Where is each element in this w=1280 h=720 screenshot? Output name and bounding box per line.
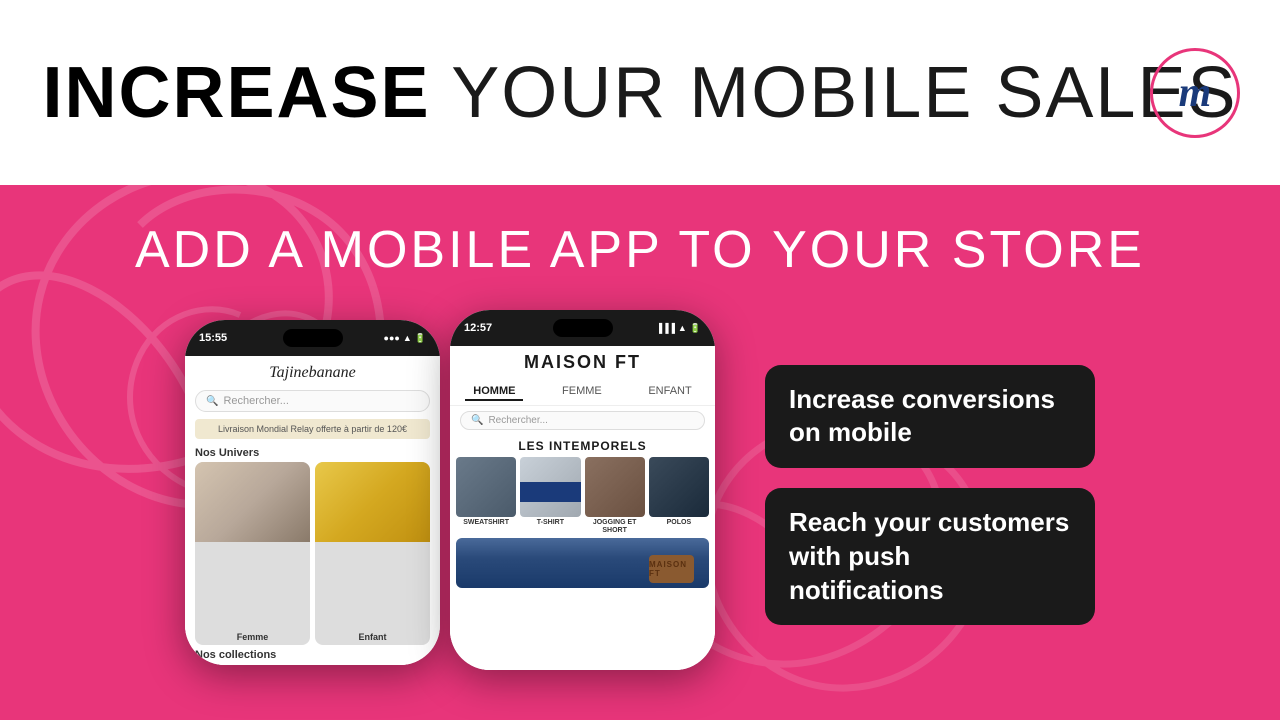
phone1-brand: Tajinebanane: [185, 356, 440, 386]
phone2-brand: MAISON FT: [450, 352, 715, 373]
phone2-status-icons: ▐▐▐ ▲ 🔋: [656, 323, 701, 334]
logo-letter: m: [1179, 69, 1212, 117]
phones-area: 15:55 ●●● ▲ 🔋 Tajinebanane 🔍: [185, 310, 715, 670]
sweatshirt-label: SWEATSHIRT: [463, 519, 509, 527]
category-femme: Femme: [195, 462, 310, 645]
tshirt-img: [520, 457, 580, 517]
jogging-img: [585, 457, 645, 517]
polos-label: POLOS: [667, 519, 692, 527]
phone1-time: 15:55: [199, 332, 227, 344]
product-tshirt: T-SHIRT: [520, 457, 580, 534]
cat-enfant-label: Enfant: [315, 632, 430, 642]
phone2-frame: 12:57 ▐▐▐ ▲ 🔋 MAISON FT: [450, 310, 715, 670]
tshirt-stripe: [520, 482, 580, 502]
phone1-banner: Livraison Mondial Relay offerte à partir…: [195, 419, 430, 439]
main-content: ADD A MOBILE APP TO YOUR STORE 15:55 ●●●…: [0, 185, 1280, 720]
header-title: INCREASE YOUR MOBILE SALES: [42, 52, 1237, 134]
product-grid: SWEATSHIRT T-SHIRT: [450, 457, 715, 534]
tab-homme[interactable]: HOMME: [465, 383, 523, 401]
phone1-content: Tajinebanane 🔍 Rechercher... Livraison M…: [185, 356, 440, 665]
product-jogging: JOGGING ET SHORT: [585, 457, 645, 534]
phone1-universes-title: Nos Univers: [185, 442, 440, 462]
feature-text-1: Increase conversions on mobile: [789, 384, 1055, 448]
tab-femme[interactable]: FEMME: [554, 383, 610, 401]
logo-circle: m: [1150, 48, 1240, 138]
phone2-notch: [553, 319, 613, 337]
search-icon: 🔍: [206, 396, 218, 407]
header: INCREASE YOUR MOBILE SALES m: [0, 0, 1280, 185]
search-icon-2: 🔍: [471, 415, 483, 426]
leather-patch: MAISON FT: [649, 555, 694, 583]
sweatshirt-img: [456, 457, 516, 517]
phone1-category-grid: Femme Enfant: [185, 462, 440, 645]
phone2-status-bar: 12:57 ▐▐▐ ▲ 🔋: [450, 310, 715, 346]
tab-enfant[interactable]: ENFANT: [640, 383, 699, 401]
jogging-label: JOGGING ET SHORT: [585, 519, 645, 534]
phone1-collections-title: Nos collections: [185, 645, 440, 665]
feature-pill-1: Increase conversions on mobile: [765, 365, 1095, 469]
tshirt-label: T-SHIRT: [537, 519, 564, 527]
phone1-search[interactable]: 🔍 Rechercher...: [195, 390, 430, 412]
phone1-status-bar: 15:55 ●●● ▲ 🔋: [185, 320, 440, 356]
header-title-plain: YOUR MOBILE SALES: [451, 53, 1237, 133]
features-area: Increase conversions on mobile Reach you…: [765, 365, 1095, 626]
phone1-frame: 15:55 ●●● ▲ 🔋 Tajinebanane 🔍: [185, 320, 440, 665]
cat-femme-img: [195, 462, 310, 542]
phone-left: 15:55 ●●● ▲ 🔋 Tajinebanane 🔍: [185, 320, 440, 665]
jeans-preview: MAISON FT: [456, 538, 709, 588]
phone2-time: 12:57: [464, 322, 492, 334]
phone2-search[interactable]: 🔍 Rechercher...: [460, 411, 705, 430]
cat-enfant-img: [315, 462, 430, 542]
phone2-search-text: Rechercher...: [488, 415, 547, 426]
cat-femme-label: Femme: [195, 632, 310, 642]
content-row: 15:55 ●●● ▲ 🔋 Tajinebanane 🔍: [0, 310, 1280, 670]
header-title-bold: INCREASE: [42, 53, 430, 133]
subtitle: ADD A MOBILE APP TO YOUR STORE: [135, 220, 1145, 280]
phone1-notch: [283, 329, 343, 347]
product-sweatshirt: SWEATSHIRT: [456, 457, 516, 534]
logo-container: m: [1150, 48, 1240, 138]
phone2-nav-tabs: HOMME FEMME ENFANT: [450, 379, 715, 406]
phone-right: 12:57 ▐▐▐ ▲ 🔋 MAISON FT: [450, 310, 715, 670]
feature-pill-2: Reach your customers with push notificat…: [765, 488, 1095, 625]
intemporels-title: LES INTEMPORELS: [450, 435, 715, 457]
polos-img: [649, 457, 709, 517]
category-enfant: Enfant: [315, 462, 430, 645]
page-wrapper: INCREASE YOUR MOBILE SALES m ADD A MOBIL…: [0, 0, 1280, 720]
phone1-search-text: Rechercher...: [223, 395, 288, 407]
phone1-status-icons: ●●● ▲ 🔋: [384, 333, 426, 344]
leather-text: MAISON FT: [649, 560, 694, 578]
phone2-header: MAISON FT: [450, 346, 715, 379]
feature-text-2: Reach your customers with push notificat…: [789, 507, 1069, 605]
phone2-content: MAISON FT HOMME FEMME ENFANT 🔍 Recherche…: [450, 346, 715, 670]
product-polos: POLOS: [649, 457, 709, 534]
